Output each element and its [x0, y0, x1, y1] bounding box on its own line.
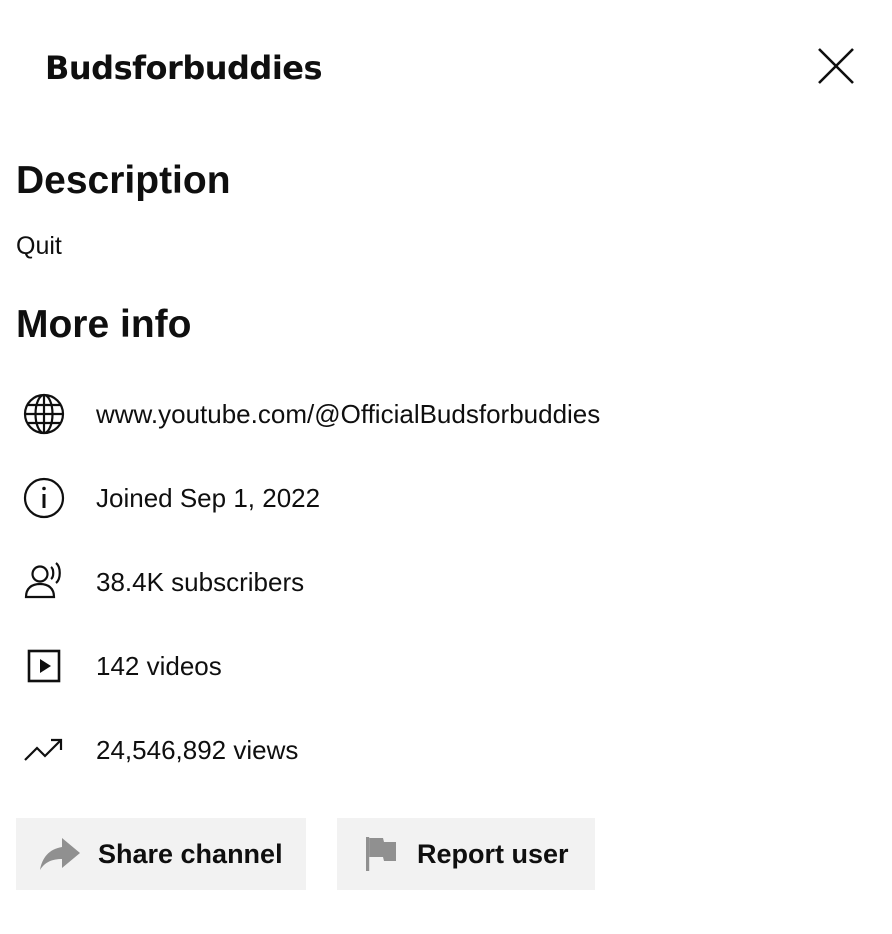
share-channel-button[interactable]: Share channel — [16, 818, 306, 890]
globe-icon — [16, 386, 72, 442]
videos-row: 142 videos — [16, 638, 876, 694]
channel-link-row[interactable]: www.youtube.com/@OfficialBudsforbuddies — [16, 386, 876, 442]
views-row: 24,546,892 views — [16, 722, 876, 778]
video-play-icon — [16, 638, 72, 694]
videos-count: 142 videos — [96, 651, 222, 681]
channel-name-title: Budsforbuddies — [45, 49, 323, 87]
close-button[interactable] — [810, 40, 862, 92]
trending-up-icon — [16, 722, 72, 778]
subscribers-icon — [16, 554, 72, 610]
report-user-button[interactable]: Report user — [337, 818, 595, 890]
views-count: 24,546,892 views — [96, 735, 299, 765]
channel-link[interactable]: www.youtube.com/@OfficialBudsforbuddies — [96, 398, 600, 430]
share-arrow-icon — [40, 838, 80, 870]
joined-date-text: Joined Sep 1, 2022 — [96, 483, 321, 513]
subscribers-count: 38.4K subscribers — [96, 567, 305, 597]
info-icon — [16, 470, 72, 526]
joined-date-row: Joined Sep 1, 2022 — [16, 470, 876, 526]
share-channel-label: Share channel — [98, 839, 283, 869]
report-user-label: Report user — [417, 839, 569, 869]
close-icon — [818, 48, 854, 84]
subscribers-row: 38.4K subscribers — [16, 554, 876, 610]
flag-icon — [366, 837, 396, 871]
description-heading: Description — [16, 159, 231, 202]
more-info-heading: More info — [16, 303, 192, 346]
description-text: Quit — [16, 232, 62, 260]
